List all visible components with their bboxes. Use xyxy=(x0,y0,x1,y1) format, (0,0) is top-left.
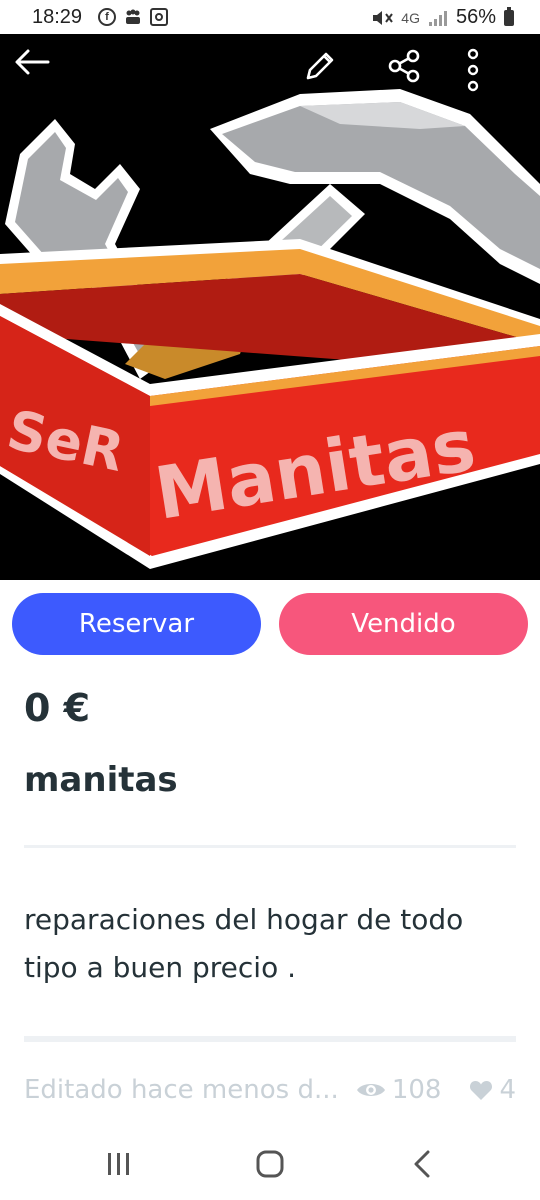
status-bar: 18:29 f 4G 56% xyxy=(0,0,540,34)
views-count: 108 xyxy=(391,1075,442,1105)
network-type: 4G xyxy=(401,9,420,26)
divider xyxy=(24,1036,516,1042)
sold-button[interactable]: Vendido xyxy=(279,593,528,655)
reserve-button[interactable]: Reservar xyxy=(12,593,261,655)
edit-button[interactable] xyxy=(302,48,358,104)
navigation-bar xyxy=(0,1128,540,1200)
group-icon xyxy=(124,8,142,26)
system-back-button[interactable] xyxy=(400,1144,444,1184)
battery-percent: 56% xyxy=(455,6,496,28)
listing-title: manitas xyxy=(24,760,178,800)
listing-description: reparaciones del hogar de todo tipo a bu… xyxy=(24,903,464,984)
likes-count: 4 xyxy=(499,1075,516,1105)
pencil-icon xyxy=(306,52,334,80)
mute-icon xyxy=(373,10,394,25)
status-time: 18:29 xyxy=(32,6,83,28)
listing-price: 0 € xyxy=(24,686,91,730)
listing-stats: 108 4 xyxy=(356,1075,516,1105)
home-icon xyxy=(256,1150,284,1178)
recents-button[interactable] xyxy=(97,1144,141,1184)
back-icon xyxy=(414,1150,430,1178)
divider xyxy=(24,845,516,848)
eye-icon xyxy=(356,1084,385,1096)
ser-manitas-logo: SeR Manitas xyxy=(0,34,540,580)
signal-icon xyxy=(428,10,447,26)
back-arrow-icon xyxy=(15,49,50,75)
share-button[interactable] xyxy=(386,48,442,104)
instagram-icon xyxy=(150,8,168,26)
heart-icon xyxy=(470,1081,493,1100)
listing-image[interactable]: SeR Manitas xyxy=(0,34,540,580)
back-button[interactable] xyxy=(14,48,70,104)
more-options-button[interactable] xyxy=(466,48,522,104)
facebook-icon: f xyxy=(98,8,116,26)
share-icon xyxy=(388,49,420,83)
home-button[interactable] xyxy=(248,1144,292,1184)
recents-icon xyxy=(108,1153,129,1175)
more-vertical-icon xyxy=(467,48,479,92)
battery-icon xyxy=(504,6,514,26)
edited-timestamp: Editado hace menos d... xyxy=(24,1075,339,1105)
